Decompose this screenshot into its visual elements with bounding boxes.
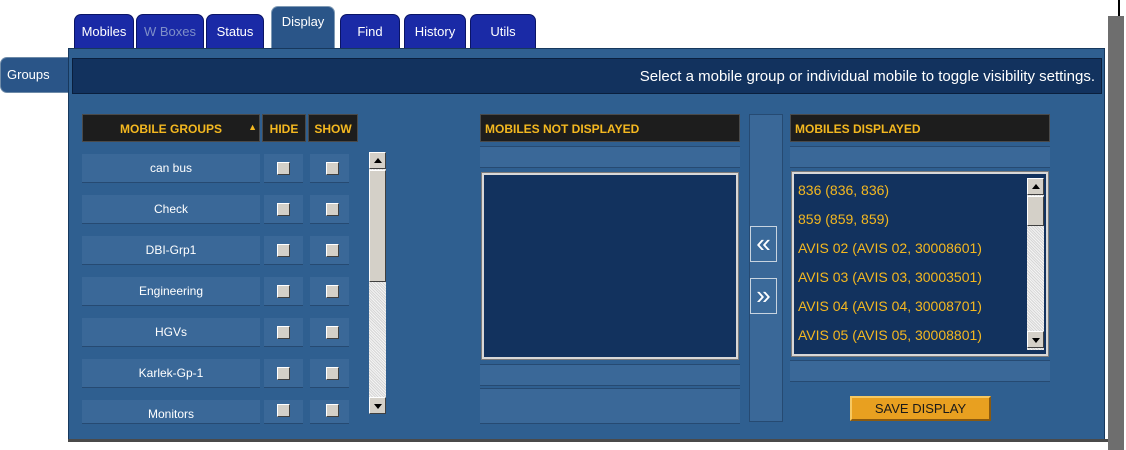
save-display-button[interactable]: SAVE DISPLAY	[850, 396, 991, 421]
double-chevron-left-icon: «	[756, 228, 771, 258]
groups-scroll-up-button[interactable]	[369, 152, 386, 169]
hide-header: HIDE	[262, 114, 306, 142]
not-displayed-header: MOBILES NOT DISPLAYED	[480, 114, 740, 142]
mobile-item[interactable]: AVIS 04 (AVIS 04, 30008701)	[798, 292, 982, 321]
show-checkbox-karlek-gp-1[interactable]	[326, 367, 339, 380]
panel-bottom-border	[68, 439, 1108, 442]
arrow-up-icon	[374, 158, 382, 163]
arrow-down-icon	[374, 404, 382, 409]
displayed-listbox[interactable]: 836 (836, 836) 859 (859, 859) AVIS 02 (A…	[791, 171, 1049, 357]
mobile-item[interactable]: AVIS 02 (AVIS 02, 30008601)	[798, 234, 982, 263]
hide-checkbox-check[interactable]	[277, 203, 290, 216]
move-left-button[interactable]: «	[750, 226, 777, 262]
tab-display[interactable]: Display	[271, 6, 335, 48]
side-tab-groups[interactable]: Groups	[0, 57, 68, 93]
group-row-hgvs[interactable]: HGVs	[82, 318, 260, 347]
group-row-can-bus[interactable]: can bus	[82, 154, 260, 183]
show-checkbox-engineering[interactable]	[326, 285, 339, 298]
group-row-check[interactable]: Check	[82, 195, 260, 224]
show-checkbox-dbi-grp1[interactable]	[326, 244, 339, 257]
show-checkbox-monitors[interactable]	[326, 404, 339, 417]
tab-find[interactable]: Find	[340, 14, 400, 48]
group-row-dbi-grp1[interactable]: DBI-Grp1	[82, 236, 260, 265]
not-displayed-footer	[480, 388, 740, 424]
displayed-top-row	[790, 146, 1050, 168]
hide-checkbox-hgvs[interactable]	[277, 326, 290, 339]
arrow-down-icon	[1032, 338, 1040, 343]
mobile-item[interactable]: AVIS 05 (AVIS 05, 30008801)	[798, 321, 982, 350]
show-checkbox-check[interactable]	[326, 203, 339, 216]
group-row-monitors[interactable]: Monitors	[82, 400, 260, 424]
displayed-header: MOBILES DISPLAYED	[790, 114, 1050, 142]
displayed-scroll-thumb[interactable]	[1027, 196, 1044, 226]
info-bar: Select a mobile group or individual mobi…	[72, 58, 1102, 94]
groups-scroll-thumb[interactable]	[369, 170, 386, 282]
hide-checkbox-can-bus[interactable]	[277, 162, 290, 175]
not-displayed-listbox[interactable]	[481, 172, 739, 360]
hide-checkbox-karlek-gp-1[interactable]	[277, 367, 290, 380]
tab-status[interactable]: Status	[206, 14, 264, 48]
transfer-column	[749, 114, 783, 422]
mobile-item[interactable]: AVIS 03 (AVIS 03, 30003501)	[798, 263, 982, 292]
groups-scroll-down-button[interactable]	[369, 397, 386, 414]
displayed-scroll-down-button[interactable]	[1027, 331, 1044, 348]
double-chevron-right-icon: »	[756, 280, 771, 310]
tab-mobiles[interactable]: Mobiles	[74, 14, 134, 48]
mobile-groups-header-label: MOBILE GROUPS	[119, 122, 222, 136]
hide-checkbox-dbi-grp1[interactable]	[277, 244, 290, 257]
tab-w-boxes[interactable]: W Boxes	[136, 14, 204, 48]
group-row-karlek-gp-1[interactable]: Karlek-Gp-1	[82, 359, 260, 388]
move-right-button[interactable]: »	[750, 278, 777, 314]
hide-checkbox-engineering[interactable]	[277, 285, 290, 298]
mobile-item[interactable]: 836 (836, 836)	[798, 176, 889, 205]
not-displayed-bottom-row	[480, 364, 740, 386]
arrow-up-icon	[1032, 184, 1040, 189]
mobile-groups-header[interactable]: MOBILE GROUPS ▲	[82, 114, 260, 142]
info-message: Select a mobile group or individual mobi…	[639, 68, 1095, 85]
show-header: SHOW	[308, 114, 358, 142]
mobile-item[interactable]: 859 (859, 859)	[798, 205, 889, 234]
sort-asc-icon: ▲	[248, 122, 257, 132]
show-checkbox-hgvs[interactable]	[326, 326, 339, 339]
displayed-scroll-up-button[interactable]	[1027, 178, 1044, 195]
tab-utils[interactable]: Utils	[470, 14, 536, 48]
tab-history[interactable]: History	[404, 14, 466, 48]
show-checkbox-can-bus[interactable]	[326, 162, 339, 175]
window-shadow	[1108, 16, 1124, 450]
group-row-engineering[interactable]: Engineering	[82, 277, 260, 306]
hide-checkbox-monitors[interactable]	[277, 404, 290, 417]
not-displayed-top-row	[480, 146, 740, 168]
displayed-bottom-row	[790, 360, 1050, 382]
